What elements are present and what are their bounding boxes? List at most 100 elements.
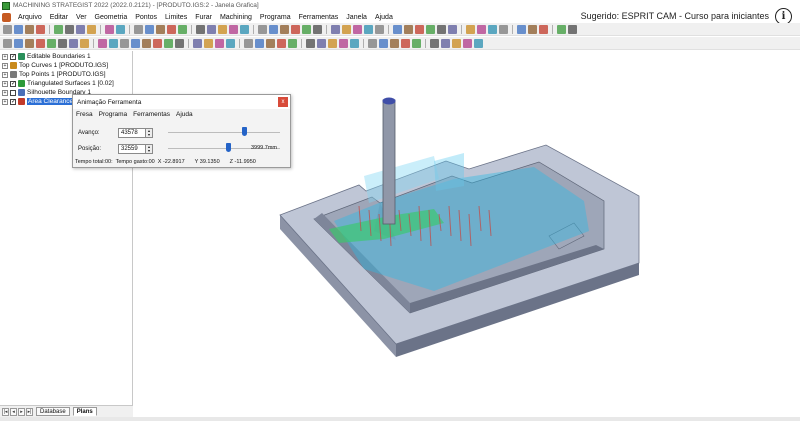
visibility-checkbox[interactable]: ✓ — [10, 98, 16, 105]
help-icon[interactable] — [302, 24, 311, 34]
open-icon[interactable] — [131, 38, 140, 48]
suggestion-text[interactable]: Sugerido: ESPRIT CAM - Curso para inicia… — [581, 11, 769, 21]
print-icon[interactable] — [415, 24, 424, 34]
view-icon[interactable] — [430, 38, 439, 48]
shade-icon[interactable] — [229, 24, 238, 34]
rotate-icon[interactable] — [87, 24, 96, 34]
new-icon[interactable] — [258, 24, 267, 34]
feed-slider-thumb[interactable] — [242, 127, 247, 136]
tree-label[interactable]: Triangulated Surfaces 1 [0.02] — [27, 80, 114, 87]
tree-label[interactable]: Top Points 1 [PRODUTO.IGS] — [19, 71, 106, 78]
menu-ferramentas[interactable]: Ferramentas — [295, 14, 343, 21]
shade-icon[interactable] — [353, 24, 362, 34]
new-icon[interactable] — [3, 38, 12, 48]
info-icon[interactable]: i — [775, 7, 792, 25]
tree-item-editable-boundaries[interactable]: + ✓ Editable Boundaries 1 — [2, 52, 91, 61]
wire-icon[interactable] — [364, 24, 373, 34]
new-icon[interactable] — [375, 24, 384, 34]
zoom-icon[interactable] — [317, 38, 326, 48]
open-icon[interactable] — [517, 24, 526, 34]
new-icon[interactable] — [244, 38, 253, 48]
save-icon[interactable] — [156, 24, 165, 34]
rotate-icon[interactable] — [466, 24, 475, 34]
print-icon[interactable] — [277, 38, 286, 48]
position-field[interactable]: 32559 — [118, 143, 146, 154]
visibility-checkbox[interactable] — [10, 89, 16, 96]
expand-icon[interactable]: + — [2, 71, 8, 78]
help-icon[interactable] — [426, 24, 435, 34]
tab-plans[interactable]: Plans — [72, 407, 97, 416]
dialog-menu-ferramentas[interactable]: Ferramentas — [133, 111, 170, 118]
rotate-icon[interactable] — [342, 24, 351, 34]
view-icon[interactable] — [175, 38, 184, 48]
zoom-icon[interactable] — [76, 24, 85, 34]
view-icon[interactable] — [65, 24, 74, 34]
open-icon[interactable] — [14, 38, 23, 48]
shade-icon[interactable] — [463, 38, 472, 48]
zoom-icon[interactable] — [448, 24, 457, 34]
shade-icon[interactable] — [98, 38, 107, 48]
visibility-checkbox[interactable]: ✓ — [10, 53, 16, 60]
shade-icon[interactable] — [339, 38, 348, 48]
save-icon[interactable] — [390, 38, 399, 48]
open-icon[interactable] — [379, 38, 388, 48]
save-icon[interactable] — [280, 24, 289, 34]
print-icon[interactable] — [36, 24, 45, 34]
tree-label-selected[interactable]: Area Clearance — [27, 98, 75, 105]
zoom-icon[interactable] — [193, 38, 202, 48]
view-icon[interactable] — [196, 24, 205, 34]
menu-limites[interactable]: Limites — [161, 14, 191, 21]
rotate-icon[interactable] — [452, 38, 461, 48]
save-icon[interactable] — [25, 38, 34, 48]
open-icon[interactable] — [145, 24, 154, 34]
wire-icon[interactable] — [226, 38, 235, 48]
menu-logo-icon[interactable] — [2, 12, 11, 22]
shade-icon[interactable] — [477, 24, 486, 34]
tree-item-top-points[interactable]: + Top Points 1 [PRODUTO.IGS] — [2, 70, 106, 79]
save-icon[interactable] — [404, 24, 413, 34]
new-icon[interactable] — [368, 38, 377, 48]
dialog-menu-fresa[interactable]: Fresa — [76, 111, 93, 118]
menu-janela[interactable]: Janela — [342, 14, 371, 21]
feed-stepper-icon[interactable]: ▴ ▾ — [146, 127, 153, 138]
print-icon[interactable] — [401, 38, 410, 48]
new-icon[interactable] — [134, 24, 143, 34]
zoom-icon[interactable] — [331, 24, 340, 34]
menu-ajuda[interactable]: Ajuda — [371, 14, 397, 21]
view-icon[interactable] — [306, 38, 315, 48]
print-icon[interactable] — [539, 24, 548, 34]
save-icon[interactable] — [142, 38, 151, 48]
rotate-icon[interactable] — [328, 38, 337, 48]
print-icon[interactable] — [153, 38, 162, 48]
view-icon[interactable] — [568, 24, 577, 34]
tree-label[interactable]: Editable Boundaries 1 — [27, 53, 91, 60]
dialog-menu-ajuda[interactable]: Ajuda — [176, 111, 193, 118]
wire-icon[interactable] — [109, 38, 118, 48]
tree-item-triangulated-surfaces[interactable]: + ✓ Triangulated Surfaces 1 [0.02] — [2, 79, 114, 88]
new-icon[interactable] — [120, 38, 129, 48]
tab-database[interactable]: Database — [36, 407, 70, 416]
zoom-icon[interactable] — [69, 38, 78, 48]
feed-field[interactable]: 43578 — [118, 127, 146, 138]
visibility-checkbox[interactable]: ✓ — [10, 80, 16, 87]
rotate-icon[interactable] — [80, 38, 89, 48]
wire-icon[interactable] — [474, 38, 483, 48]
print-icon[interactable] — [291, 24, 300, 34]
help-icon[interactable] — [164, 38, 173, 48]
open-icon[interactable] — [393, 24, 402, 34]
help-icon[interactable] — [178, 24, 187, 34]
open-icon[interactable] — [14, 24, 23, 34]
zoom-icon[interactable] — [207, 24, 216, 34]
view-icon[interactable] — [313, 24, 322, 34]
position-slider-thumb[interactable] — [226, 143, 231, 152]
expand-icon[interactable]: + — [2, 89, 8, 96]
menu-arquivo[interactable]: Arquivo — [14, 14, 46, 21]
print-icon[interactable] — [167, 24, 176, 34]
open-icon[interactable] — [269, 24, 278, 34]
save-icon[interactable] — [25, 24, 34, 34]
open-icon[interactable] — [255, 38, 264, 48]
last-tab-icon[interactable]: ▸| — [26, 407, 33, 416]
wire-icon[interactable] — [240, 24, 249, 34]
shade-icon[interactable] — [215, 38, 224, 48]
menu-furar[interactable]: Furar — [191, 14, 216, 21]
